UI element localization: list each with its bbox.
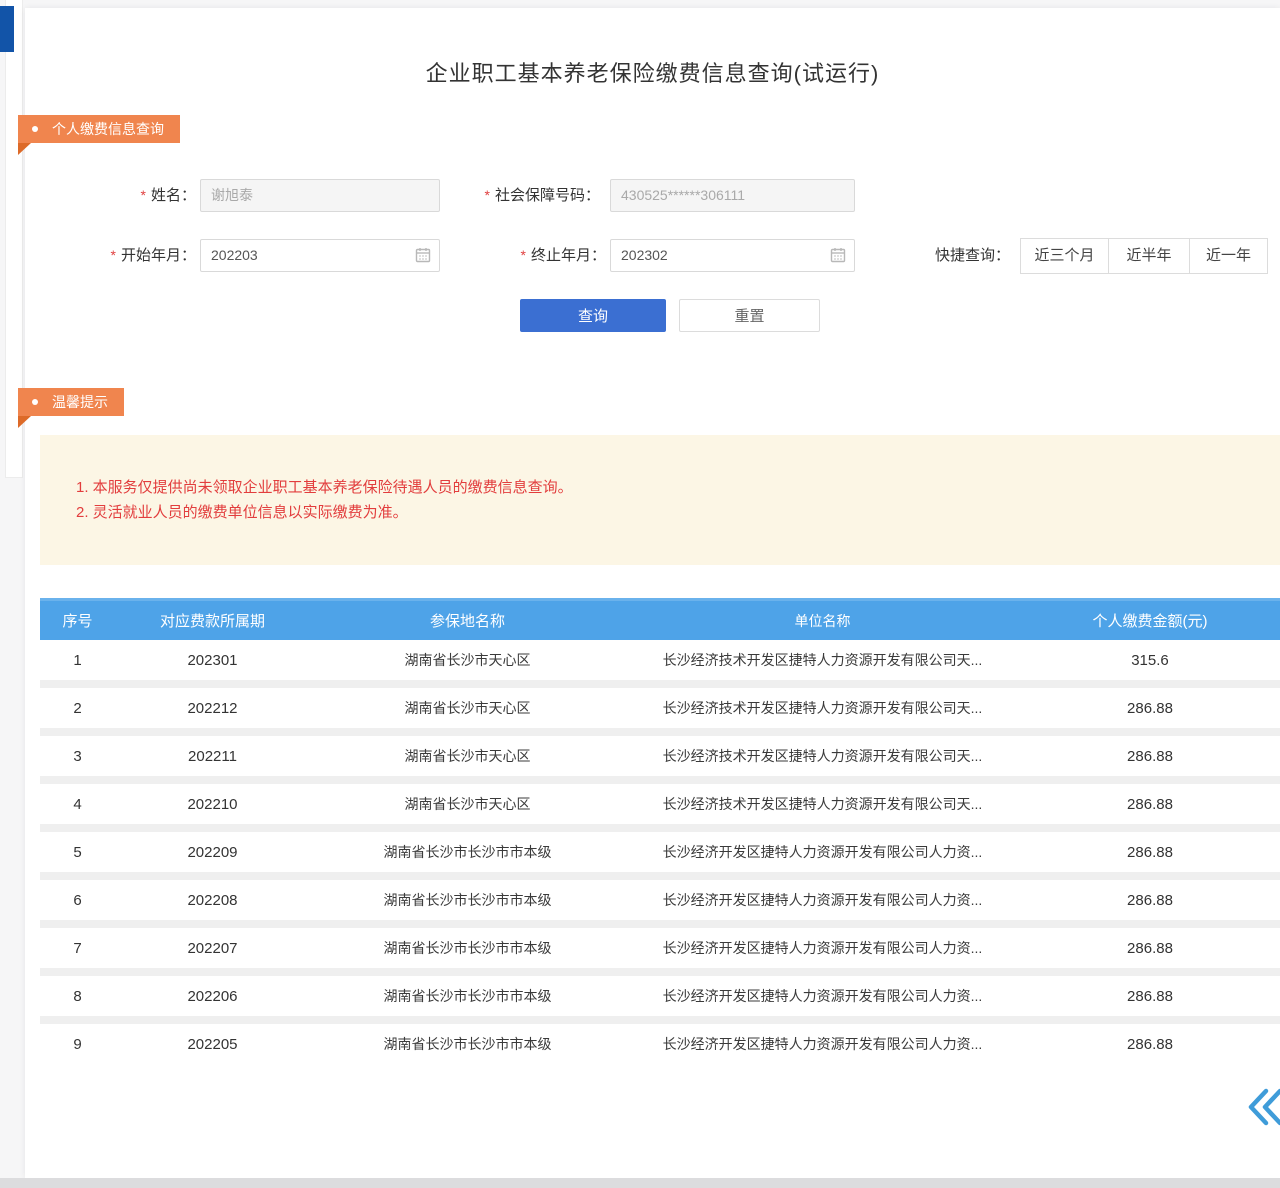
cell-company: 长沙经济技术开发区捷特人力资源开发有限公司天... (625, 794, 1020, 814)
col-header-amount: 个人缴费金额(元) (1020, 610, 1280, 631)
cell-seq: 6 (40, 892, 115, 909)
cell-amount: 315.6 (1020, 652, 1280, 669)
cell-region: 湖南省长沙市长沙市市本级 (310, 938, 625, 958)
payments-table: 序号 对应费款所属期 参保地名称 单位名称 个人缴费金额(元) 1 202301… (40, 598, 1280, 1072)
calendar-icon[interactable] (830, 247, 846, 263)
cell-seq: 3 (40, 748, 115, 765)
cell-amount: 286.88 (1020, 940, 1280, 957)
cell-company: 长沙经济开发区捷特人力资源开发有限公司人力资... (625, 890, 1020, 910)
ribbon-fold (18, 143, 31, 155)
table-row[interactable]: 1 202301 湖南省长沙市天心区 长沙经济技术开发区捷特人力资源开发有限公司… (40, 640, 1280, 680)
tips-line: 1. 本服务仅提供尚未领取企业职工基本养老保险待遇人员的缴费信息查询。 (76, 475, 1280, 500)
required-asterisk: * (141, 187, 146, 203)
cell-period: 202208 (115, 892, 310, 909)
cell-amount: 286.88 (1020, 700, 1280, 717)
cell-region: 湖南省长沙市长沙市市本级 (310, 986, 625, 1006)
cell-seq: 8 (40, 988, 115, 1005)
table-row[interactable]: 6 202208 湖南省长沙市长沙市市本级 长沙经济开发区捷特人力资源开发有限公… (40, 880, 1280, 920)
page-title: 企业职工基本养老保险缴费信息查询(试运行) (25, 56, 1280, 88)
bottom-band (0, 1178, 1280, 1188)
cell-region: 湖南省长沙市天心区 (310, 794, 625, 814)
table-row[interactable]: 8 202206 湖南省长沙市长沙市市本级 长沙经济开发区捷特人力资源开发有限公… (40, 976, 1280, 1016)
tips-line: 2. 灵活就业人员的缴费单位信息以实际缴费为准。 (76, 500, 1280, 525)
cell-region: 湖南省长沙市天心区 (310, 650, 625, 670)
cell-period: 202206 (115, 988, 310, 1005)
cell-region: 湖南省长沙市长沙市市本级 (310, 890, 625, 910)
cell-seq: 4 (40, 796, 115, 813)
cell-region: 湖南省长沙市天心区 (310, 746, 625, 766)
bullet-dot-icon (32, 126, 38, 132)
quick-query-label: 快捷查询： (935, 238, 1010, 274)
section-header-tips-label: 温馨提示 (52, 392, 108, 412)
cell-period: 202205 (115, 1036, 310, 1053)
cell-amount: 286.88 (1020, 892, 1280, 909)
cell-seq: 5 (40, 844, 115, 861)
cell-seq: 1 (40, 652, 115, 669)
query-button[interactable]: 查询 (520, 299, 666, 332)
cell-company: 长沙经济技术开发区捷特人力资源开发有限公司天... (625, 650, 1020, 670)
cell-amount: 286.88 (1020, 748, 1280, 765)
cell-company: 长沙经济技术开发区捷特人力资源开发有限公司天... (625, 746, 1020, 766)
ribbon-fold (18, 416, 31, 428)
calendar-icon[interactable] (415, 247, 431, 263)
cell-seq: 7 (40, 940, 115, 957)
end-date-label: *终止年月： (494, 239, 606, 272)
sidebar-tab[interactable] (0, 6, 14, 52)
quick-btn-3months[interactable]: 近三个月 (1020, 238, 1109, 274)
cell-company: 长沙经济开发区捷特人力资源开发有限公司人力资... (625, 938, 1020, 958)
cell-amount: 286.88 (1020, 988, 1280, 1005)
col-header-company: 单位名称 (625, 611, 1020, 631)
name-field[interactable]: 谢旭泰 (200, 179, 440, 212)
end-date-field[interactable]: 202302 (610, 239, 855, 272)
col-header-period: 对应费款所属期 (115, 610, 310, 631)
bullet-dot-icon (32, 399, 38, 405)
table-header-row: 序号 对应费款所属期 参保地名称 单位名称 个人缴费金额(元) (40, 598, 1280, 640)
cell-company: 长沙经济开发区捷特人力资源开发有限公司人力资... (625, 1034, 1020, 1054)
cell-company: 长沙经济开发区捷特人力资源开发有限公司人力资... (625, 986, 1020, 1006)
required-asterisk: * (521, 247, 526, 263)
cell-period: 202212 (115, 700, 310, 717)
table-body: 1 202301 湖南省长沙市天心区 长沙经济技术开发区捷特人力资源开发有限公司… (40, 640, 1280, 1064)
ssn-field[interactable]: 430525******306111 (610, 179, 855, 212)
section-header-tips: 温馨提示 (18, 388, 124, 416)
col-header-seq: 序号 (40, 610, 115, 631)
cell-seq: 2 (40, 700, 115, 717)
cell-company: 长沙经济开发区捷特人力资源开发有限公司人力资... (625, 842, 1020, 862)
col-header-region: 参保地名称 (310, 610, 625, 631)
cell-amount: 286.88 (1020, 796, 1280, 813)
cell-amount: 286.88 (1020, 844, 1280, 861)
table-row[interactable]: 4 202210 湖南省长沙市天心区 长沙经济技术开发区捷特人力资源开发有限公司… (40, 784, 1280, 824)
cell-period: 202210 (115, 796, 310, 813)
cell-seq: 9 (40, 1036, 115, 1053)
cell-region: 湖南省长沙市长沙市市本级 (310, 1034, 625, 1054)
table-row[interactable]: 2 202212 湖南省长沙市天心区 长沙经济技术开发区捷特人力资源开发有限公司… (40, 688, 1280, 728)
table-row[interactable]: 7 202207 湖南省长沙市长沙市市本级 长沙经济开发区捷特人力资源开发有限公… (40, 928, 1280, 968)
cell-period: 202301 (115, 652, 310, 669)
table-row[interactable]: 5 202209 湖南省长沙市长沙市市本级 长沙经济开发区捷特人力资源开发有限公… (40, 832, 1280, 872)
start-date-field[interactable]: 202203 (200, 239, 440, 272)
section-header-query: 个人缴费信息查询 (18, 115, 180, 143)
double-chevron-left-icon[interactable] (1242, 1084, 1280, 1130)
reset-button[interactable]: 重置 (679, 299, 820, 332)
table-row[interactable]: 9 202205 湖南省长沙市长沙市市本级 长沙经济开发区捷特人力资源开发有限公… (40, 1024, 1280, 1064)
ssn-label: *社会保障号码： (455, 179, 600, 212)
required-asterisk: * (485, 187, 490, 203)
quick-btn-halfyear[interactable]: 近半年 (1108, 238, 1190, 274)
cell-period: 202209 (115, 844, 310, 861)
cell-period: 202207 (115, 940, 310, 957)
section-header-query-label: 个人缴费信息查询 (52, 119, 164, 139)
name-label: *姓名： (100, 179, 196, 212)
cell-amount: 286.88 (1020, 1036, 1280, 1053)
cell-company: 长沙经济技术开发区捷特人力资源开发有限公司天... (625, 698, 1020, 718)
start-date-label: *开始年月： (84, 239, 196, 272)
cell-region: 湖南省长沙市长沙市市本级 (310, 842, 625, 862)
tips-notice-box: 1. 本服务仅提供尚未领取企业职工基本养老保险待遇人员的缴费信息查询。 2. 灵… (40, 435, 1280, 565)
cell-period: 202211 (115, 748, 310, 765)
cell-region: 湖南省长沙市天心区 (310, 698, 625, 718)
quick-btn-oneyear[interactable]: 近一年 (1189, 238, 1268, 274)
required-asterisk: * (111, 247, 116, 263)
table-row[interactable]: 3 202211 湖南省长沙市天心区 长沙经济技术开发区捷特人力资源开发有限公司… (40, 736, 1280, 776)
